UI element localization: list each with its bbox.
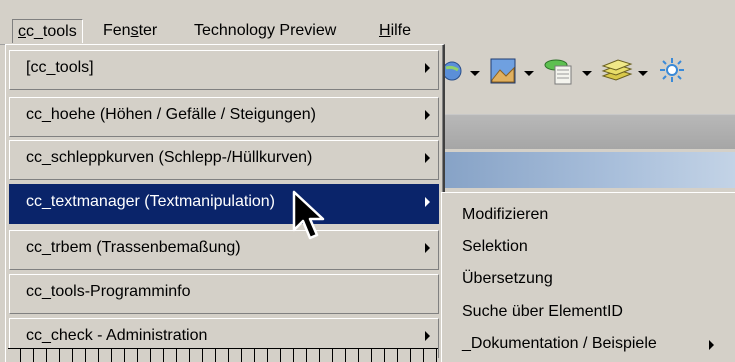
submenu-item-label: Selektion <box>462 238 528 255</box>
submenu-item-dokumentation[interactable]: _Dokumentation / Beispiele <box>462 330 732 358</box>
layers-icon[interactable] <box>600 56 634 86</box>
menu-fenster-label-pre: Fen <box>103 22 131 39</box>
menu-technology-preview-label: Technology Preview <box>194 22 337 39</box>
menu-fenster-mnemonic: s <box>130 22 139 39</box>
submenu-arrow-icon <box>709 340 714 350</box>
submenu-item-label: Modifizieren <box>462 206 549 223</box>
submenu-item-label: Übersetzung <box>462 270 553 287</box>
menu-item-label: cc_hoehe (Höhen / Gefälle / Steigungen) <box>26 106 316 123</box>
menu-item-label: [cc_tools] <box>26 59 94 76</box>
cc-tools-menu: [cc_tools] cc_hoehe (Höhen / Gefälle / S… <box>5 44 445 362</box>
menu-fenster-label-rest: ter <box>138 22 158 39</box>
title-bar <box>440 152 735 188</box>
menu-cc-tools-label: c_tools <box>26 23 77 40</box>
menu-fenster[interactable]: Fenster <box>98 19 162 43</box>
menu-item-label: cc_trbem (Trassenbemaßung) <box>26 239 241 256</box>
menu-item-cc-textmanager[interactable]: cc_textmanager (Textmanipulation) <box>9 184 439 224</box>
globe-dropdown-icon[interactable] <box>470 71 480 76</box>
cc-textmanager-submenu: Modifizieren Selektion Übersetzung Suche… <box>441 192 735 362</box>
menu-cc-tools-mnemonic: c <box>18 23 26 40</box>
submenu-item-modifizieren[interactable]: Modifizieren <box>462 201 732 229</box>
submenu-item-label: Suche über ElementID <box>462 303 623 320</box>
menu-technology-preview[interactable]: Technology Preview <box>189 19 341 43</box>
submenu-item-suche-elementid[interactable]: Suche über ElementID <box>462 298 732 326</box>
submenu-arrow-icon <box>425 110 430 120</box>
globe-icon[interactable] <box>444 56 466 86</box>
layers-dropdown-icon[interactable] <box>638 71 648 76</box>
menu-item-label: cc_tools-Programminfo <box>26 283 191 300</box>
landscape-dropdown-icon[interactable] <box>524 71 534 76</box>
menu-item-cc-tools-programminfo[interactable]: cc_tools-Programminfo <box>9 274 439 314</box>
landscape-icon[interactable] <box>488 56 518 86</box>
menu-item-label: cc_schleppkurven (Schlepp-/Hüllkurven) <box>26 149 313 166</box>
data-sheet-icon[interactable] <box>542 56 576 86</box>
menu-item-label: cc_check - Administration <box>26 327 208 344</box>
ruler-strip <box>8 348 438 362</box>
submenu-item-uebersetzung[interactable]: Übersetzung <box>462 265 732 293</box>
submenu-arrow-icon <box>425 153 430 163</box>
submenu-arrow-icon <box>425 63 430 73</box>
menu-bar: cc_tools Fenster Technology Preview Hilf… <box>0 0 735 45</box>
menu-item-cc-hoehe[interactable]: cc_hoehe (Höhen / Gefälle / Steigungen) <box>9 97 439 137</box>
menu-item-cc-trbem[interactable]: cc_trbem (Trassenbemaßung) <box>9 230 439 270</box>
menu-item-cc-schleppkurven[interactable]: cc_schleppkurven (Schlepp-/Hüllkurven) <box>9 140 439 180</box>
submenu-arrow-icon <box>425 243 430 253</box>
sun-icon[interactable] <box>656 56 696 86</box>
menu-hilfe-mnemonic: H <box>379 22 391 39</box>
data-sheet-dropdown-icon[interactable] <box>582 71 592 76</box>
panel-header-bar <box>440 114 735 149</box>
submenu-item-selektion[interactable]: Selektion <box>462 233 732 261</box>
menu-hilfe[interactable]: Hilfe <box>374 19 416 43</box>
toolbar <box>440 44 735 104</box>
menu-item-label: cc_textmanager (Textmanipulation) <box>26 193 276 210</box>
submenu-arrow-icon <box>425 331 430 341</box>
submenu-item-label: _Dokumentation / Beispiele <box>462 335 657 352</box>
menu-item-cc-tools[interactable]: [cc_tools] <box>9 50 439 90</box>
mouse-cursor-icon <box>292 190 325 240</box>
menu-hilfe-label: ilfe <box>390 22 412 39</box>
submenu-arrow-icon <box>425 197 430 207</box>
menu-cc-tools[interactable]: cc_tools <box>12 19 83 43</box>
